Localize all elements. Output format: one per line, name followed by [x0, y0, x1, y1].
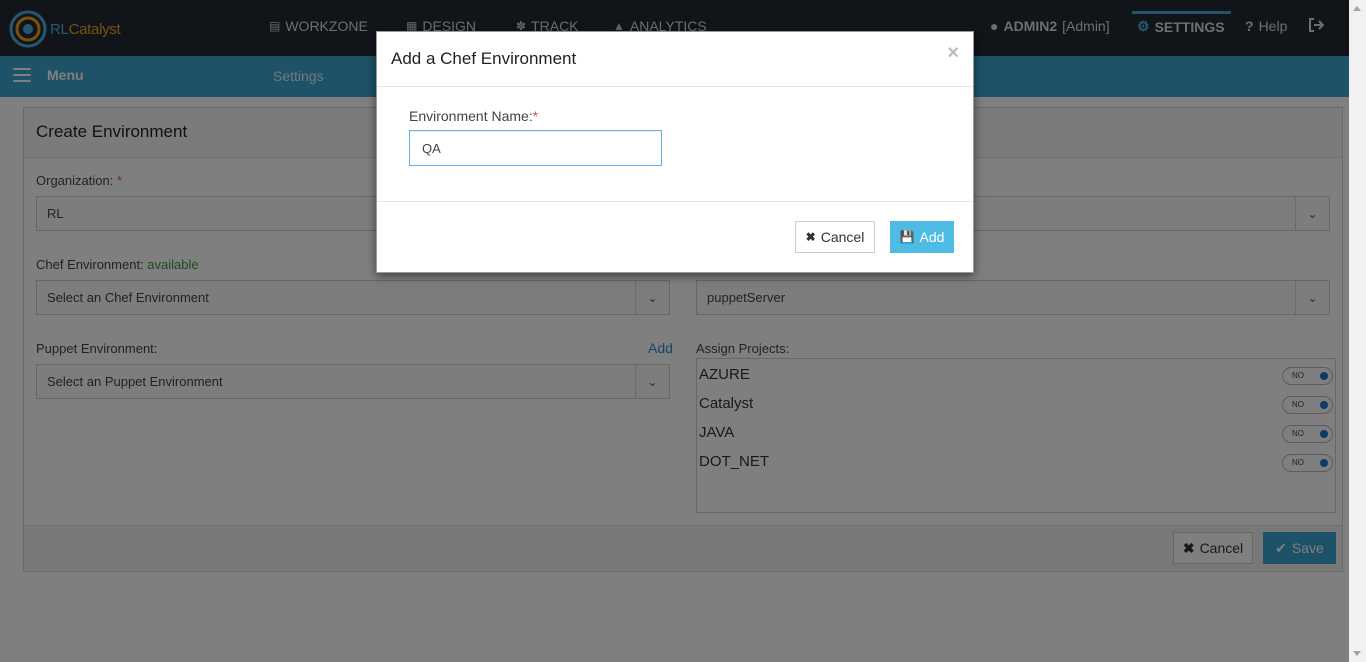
- close-icon: ✖: [805, 230, 816, 244]
- environment-name-input[interactable]: [409, 130, 662, 166]
- environment-name-label: Environment Name:*: [409, 108, 539, 124]
- page-scrollbar[interactable]: [1349, 0, 1366, 662]
- scroll-up-icon[interactable]: [1353, 6, 1361, 11]
- modal-cancel-button[interactable]: ✖ Cancel: [795, 221, 875, 253]
- close-icon[interactable]: ×: [947, 43, 959, 63]
- save-icon: 💾: [899, 230, 915, 244]
- modal-add-button[interactable]: 💾 Add: [890, 221, 954, 253]
- modal-title: Add a Chef Environment: [391, 49, 577, 68]
- modal-body: Environment Name:*: [377, 87, 973, 202]
- add-chef-environment-modal: Add a Chef Environment × Environment Nam…: [376, 31, 974, 273]
- scroll-down-icon[interactable]: [1353, 651, 1361, 656]
- modal-header: Add a Chef Environment ×: [377, 32, 973, 87]
- modal-footer: ✖ Cancel 💾 Add: [377, 202, 973, 272]
